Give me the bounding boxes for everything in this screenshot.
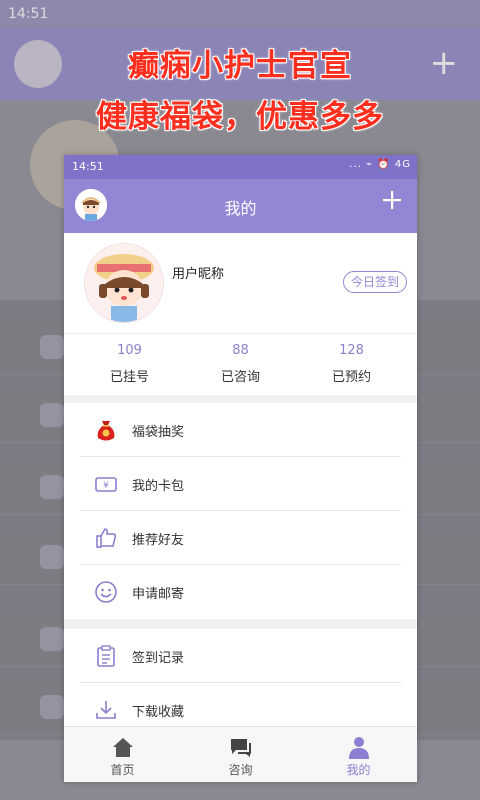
stat-value: 128	[339, 343, 364, 358]
section-divider	[64, 395, 417, 403]
stat-label: 已咨询	[220, 370, 260, 385]
background-icon	[40, 403, 64, 427]
menu-item-lucky-bag[interactable]: 福袋抽奖	[64, 403, 417, 457]
plus-icon[interactable]	[381, 189, 403, 211]
promo-headline: 癫痫小护士官宣	[128, 48, 352, 84]
stat-value: 109	[117, 343, 142, 358]
promo-subheadline: 健康福袋，优惠多多	[96, 99, 384, 135]
menu-item-apply-mailing[interactable]: 申请邮寄	[64, 565, 417, 619]
section-divider	[64, 619, 417, 629]
person-icon	[347, 735, 371, 759]
menu-item-sign-in-records[interactable]: 签到记录	[64, 629, 417, 683]
background-icon	[40, 695, 64, 719]
background-icon	[40, 335, 64, 359]
background-time: 14:51	[8, 6, 49, 22]
profile-avatar[interactable]	[84, 243, 164, 323]
menu-item-label: 我的卡包	[132, 479, 185, 494]
background-icon	[40, 545, 64, 569]
status-bar: 14:51 ... ⌁ ⏰ 4G	[64, 155, 417, 179]
svg-text:¥: ¥	[103, 481, 109, 491]
profile-card: 用户昵称 今日签到	[64, 233, 417, 334]
home-icon	[111, 735, 135, 759]
user-nickname: 用户昵称	[172, 267, 225, 282]
menu-item-label: 签到记录	[132, 651, 185, 666]
background-icon	[40, 627, 64, 651]
stats-row: 109 已挂号 88 已咨询 128 已预约	[64, 335, 417, 395]
daily-sign-in-button[interactable]: 今日签到	[343, 271, 407, 293]
background-icon	[40, 475, 64, 499]
menu-item-label: 申请邮寄	[132, 587, 185, 602]
bottom-tab-bar: 首页 咨询 我的	[64, 726, 417, 782]
app-bar: 我的	[64, 179, 417, 233]
stat-label: 已挂号	[109, 370, 149, 385]
lucky-bag-icon	[94, 418, 118, 442]
status-icons: ... ⌁ ⏰ 4G	[349, 159, 411, 170]
menu-item-card-wallet[interactable]: ¥ 我的卡包	[64, 457, 417, 511]
menu-item-label: 福袋抽奖	[132, 425, 185, 440]
download-icon	[94, 698, 118, 722]
phone-screen: 14:51 ... ⌁ ⏰ 4G 我的 用户昵称 今日签到 109 已挂号 88…	[64, 155, 417, 782]
stat-booked[interactable]: 128 已预约	[293, 343, 410, 385]
status-time: 14:51	[72, 160, 104, 173]
tab-label: 咨询	[228, 763, 253, 777]
tab-mine[interactable]: 我的	[300, 727, 417, 782]
page-title: 我的	[224, 199, 257, 218]
menu-item-label: 推荐好友	[132, 533, 185, 548]
smile-icon	[94, 580, 118, 604]
tab-label: 我的	[346, 763, 371, 777]
tab-consult[interactable]: 咨询	[182, 727, 299, 782]
stat-consulted[interactable]: 88 已咨询	[182, 343, 299, 385]
stat-registered[interactable]: 109 已挂号	[71, 343, 188, 385]
clipboard-icon	[94, 644, 118, 668]
card-wallet-icon: ¥	[94, 472, 118, 496]
tab-label: 首页	[110, 763, 135, 777]
stat-value: 88	[232, 343, 249, 358]
tab-home[interactable]: 首页	[64, 727, 181, 782]
background-status-bar: 14:51	[0, 0, 480, 28]
menu-item-label: 下载收藏	[132, 705, 185, 720]
menu-item-recommend-friends[interactable]: 推荐好友	[64, 511, 417, 565]
chat-icon	[229, 735, 253, 759]
thumbs-up-icon	[94, 526, 118, 550]
stat-label: 已预约	[331, 370, 371, 385]
